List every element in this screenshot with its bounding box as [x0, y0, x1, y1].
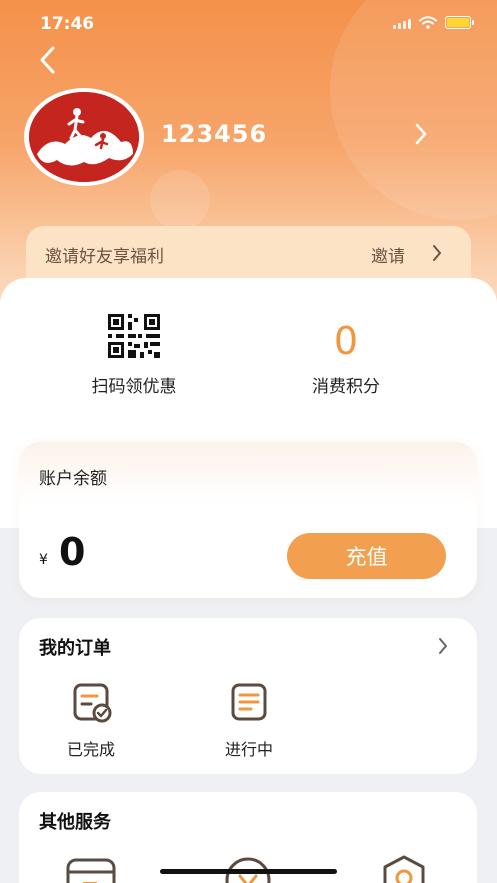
points-label: 消费积分 [312, 377, 380, 397]
invite-arrow[interactable] [431, 243, 443, 267]
invite-banner[interactable]: 邀请好友享福利 邀请 [26, 226, 471, 286]
location-badge-icon [383, 855, 425, 883]
balance-title: 账户余额 [39, 469, 107, 489]
order-in-progress-icon [231, 683, 267, 721]
orders-title: 我的订单 [39, 638, 111, 659]
profile-screen: 17:46 123456 邀请好友享福利 邀请 扫码领优惠 0 消费积分 账户余… [0, 0, 497, 883]
status-time: 17:46 [40, 14, 95, 34]
currency-symbol: ¥ [39, 552, 48, 568]
service-wallet-button[interactable] [65, 854, 119, 883]
order-in-progress-label: 进行中 [224, 740, 273, 759]
chevron-right-icon [415, 123, 427, 145]
order-completed[interactable]: 已完成 [41, 682, 141, 760]
chevron-right-icon [439, 638, 447, 654]
order-in-progress[interactable]: 进行中 [199, 682, 299, 760]
service-location-button[interactable] [377, 854, 431, 883]
status-icons [393, 16, 474, 29]
chevron-left-icon [40, 46, 55, 74]
status-bar: 17:46 [0, 0, 497, 48]
points-button[interactable]: 0 消费积分 [272, 318, 420, 397]
username[interactable]: 123456 [161, 120, 267, 148]
order-completed-icon [73, 683, 112, 723]
logo-mark-icon [29, 92, 139, 182]
scan-coupon-button[interactable]: 扫码领优惠 [60, 312, 208, 397]
wallet-icon [66, 858, 116, 883]
points-value: 0 [333, 319, 359, 363]
balance-value: 0 [59, 530, 86, 574]
orders-card: 我的订单 已完成 进行中 [19, 618, 477, 774]
wifi-icon [419, 16, 437, 29]
orders-more-button[interactable] [437, 636, 449, 660]
scan-coupon-label: 扫码领优惠 [91, 377, 177, 397]
back-button[interactable] [30, 42, 66, 78]
home-indicator [160, 869, 337, 874]
avatar[interactable] [24, 88, 144, 186]
recharge-button[interactable]: 充值 [287, 533, 446, 579]
qr-code-icon [108, 314, 160, 358]
balance-card: 账户余额 ¥ 0 充值 [19, 442, 477, 598]
signal-icon [393, 17, 411, 29]
services-title: 其他服务 [39, 812, 111, 833]
decor-circle [150, 170, 210, 230]
invite-text: 邀请好友享福利 [45, 247, 164, 267]
battery-icon [445, 16, 474, 29]
chevron-right-icon [433, 245, 441, 261]
profile-detail-button[interactable] [414, 122, 428, 150]
order-completed-label: 已完成 [66, 740, 115, 759]
invite-link[interactable]: 邀请 [371, 242, 405, 267]
